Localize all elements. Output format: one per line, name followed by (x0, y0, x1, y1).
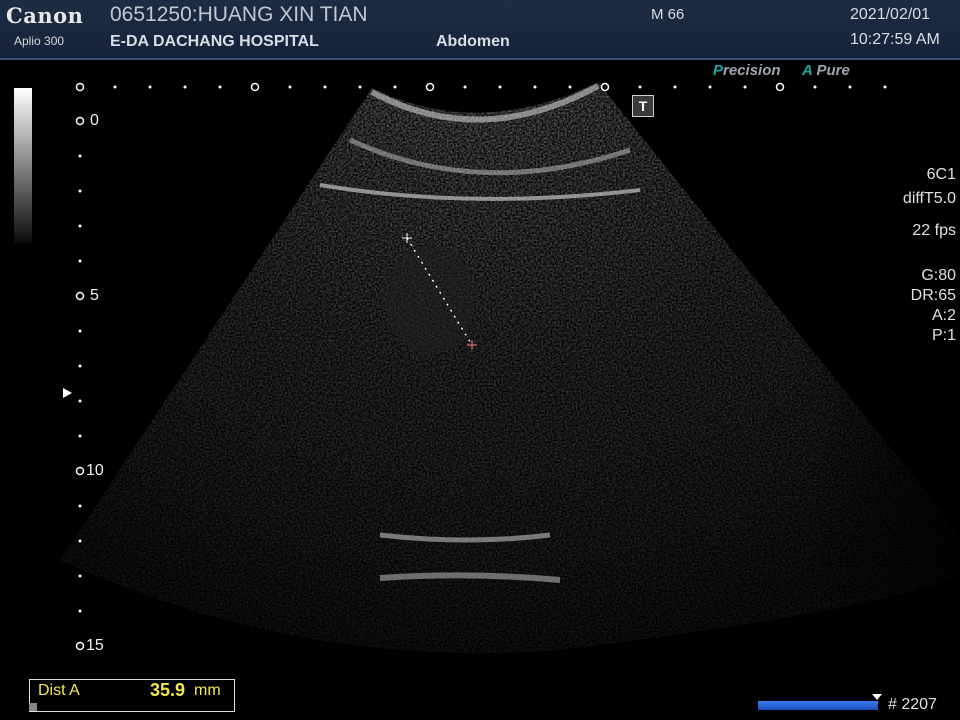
lateral-scale (75, 82, 887, 92)
frame-number: # 2207 (888, 696, 937, 713)
gain-value: G:80 (921, 267, 956, 284)
focus-marker-icon[interactable] (63, 388, 72, 398)
a-value: A:2 (931, 307, 956, 324)
cine-progress-bar[interactable] (758, 701, 878, 710)
depth-label-5: 5 (90, 287, 99, 304)
p-value: P:1 (931, 327, 956, 344)
depth-label-15: 15 (86, 637, 104, 654)
cine-position-marker-icon[interactable] (872, 694, 882, 700)
image-sector (60, 82, 960, 654)
measurement-unit: mm (194, 682, 221, 699)
t-marker-icon[interactable]: T (632, 95, 654, 117)
frame-rate: 22 fps (912, 222, 956, 239)
depth-label-0: 0 (90, 112, 99, 129)
depth-label-10: 10 (86, 462, 104, 479)
dynamic-range-value: DR:65 (910, 287, 956, 304)
probe-name: 6C1 (926, 166, 956, 183)
preset-name: diffT5.0 (902, 190, 956, 207)
measurement-value: 35.9 (150, 680, 186, 700)
ultrasound-image (60, 82, 960, 654)
measurement-corner-marker (29, 703, 37, 711)
measurement-label: Dist A (38, 682, 80, 699)
